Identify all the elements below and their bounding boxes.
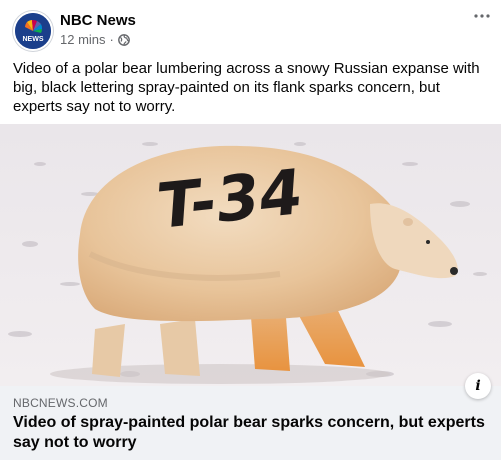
post-image[interactable]: T-34 bbox=[0, 124, 501, 386]
more-options-icon[interactable] bbox=[473, 8, 491, 24]
page-name[interactable]: NBC News bbox=[60, 12, 136, 29]
link-headline[interactable]: Video of spray-painted polar bear sparks… bbox=[13, 413, 489, 453]
post-meta: 12 mins · bbox=[60, 32, 130, 47]
info-icon[interactable]: i bbox=[465, 373, 491, 399]
meta-separator: · bbox=[109, 32, 114, 47]
post-time[interactable]: 12 mins bbox=[60, 32, 106, 47]
avatar-label: NEWS bbox=[23, 36, 44, 43]
nbc-peacock-icon: NEWS bbox=[15, 13, 51, 49]
globe-icon[interactable] bbox=[117, 33, 130, 46]
post-header: NEWS NBC News 12 mins · bbox=[0, 0, 501, 56]
link-preview[interactable]: NBCNEWS.COM Video of spray-painted polar… bbox=[0, 386, 501, 460]
link-domain: NBCNEWS.COM bbox=[13, 396, 108, 410]
nbc-news-avatar[interactable]: NEWS bbox=[13, 11, 53, 51]
polar-bear-image: T-34 bbox=[0, 124, 501, 386]
post-caption: Video of a polar bear lumbering across a… bbox=[13, 60, 480, 115]
